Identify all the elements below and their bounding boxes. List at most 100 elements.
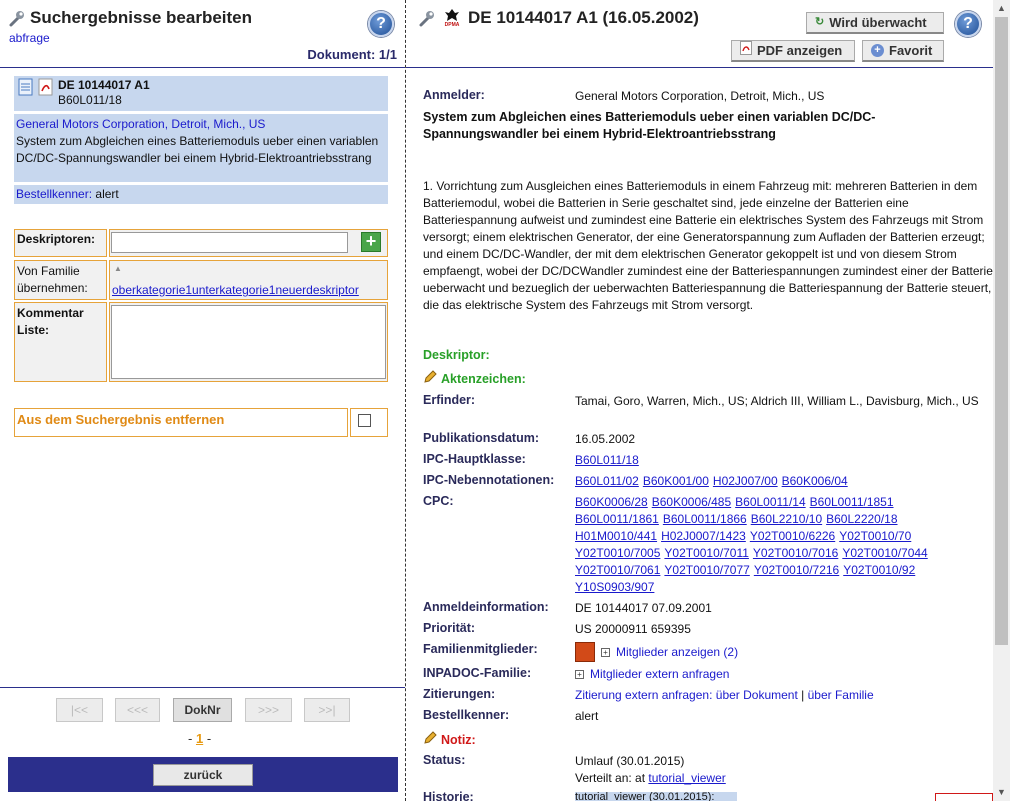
family-label-cell: Von Familie übernehmen: bbox=[14, 260, 107, 300]
cpc-link[interactable]: B60K0006/485 bbox=[652, 495, 731, 509]
cpc-link[interactable]: B60L0011/1866 bbox=[663, 512, 747, 526]
file-ref-row: Aktenzeichen: bbox=[423, 370, 993, 387]
pdf-icon[interactable] bbox=[38, 78, 54, 109]
order-value: alert bbox=[575, 709, 599, 723]
status-value: Umlauf (30.01.2015) bbox=[575, 754, 685, 768]
comment-textarea[interactable] bbox=[111, 305, 386, 379]
inventor-value: Tamai, Goro, Warren, Mich., US; Aldrich … bbox=[575, 394, 979, 408]
remove-checkbox[interactable] bbox=[358, 414, 371, 427]
inventor-row: Erfinder: Tamai, Goro, Warren, Mich., US… bbox=[423, 393, 993, 408]
cpc-link[interactable]: Y02T0010/7005 bbox=[575, 546, 660, 560]
doknr-button[interactable]: DokNr bbox=[173, 698, 232, 722]
cpc-link[interactable]: B60L0011/14 bbox=[735, 495, 806, 509]
query-name[interactable]: abfrage bbox=[9, 31, 50, 45]
first-page-button[interactable]: |<< bbox=[56, 698, 103, 722]
inpadoc-row: INPADOC-Familie: + Mitglieder extern anf… bbox=[423, 666, 993, 683]
family-map-icon[interactable] bbox=[575, 642, 595, 662]
divider bbox=[0, 67, 405, 68]
descriptor-label: Deskriptor: bbox=[423, 348, 490, 362]
scroll-down-icon[interactable]: ▼ bbox=[993, 784, 1010, 801]
cpc-link[interactable]: Y02T0010/7044 bbox=[842, 546, 927, 560]
cpc-link[interactable]: Y02T0010/7216 bbox=[754, 563, 839, 577]
cpc-link[interactable]: B60K0006/28 bbox=[575, 495, 648, 509]
cpc-link[interactable]: Y10S0903/907 bbox=[575, 580, 654, 594]
expand-icon[interactable]: + bbox=[575, 670, 584, 679]
document-icon[interactable] bbox=[18, 78, 34, 109]
back-button[interactable]: zurück bbox=[153, 764, 253, 786]
result-number: DE 10144017 A1 bbox=[58, 78, 150, 92]
add-descriptor-button[interactable]: + bbox=[361, 232, 381, 252]
family-members-link[interactable]: Mitglieder anzeigen (2) bbox=[616, 644, 738, 661]
distributed-link[interactable]: tutorial_viewer bbox=[648, 771, 725, 785]
family-row: Familienmitglieder: + Mitglieder anzeige… bbox=[423, 642, 993, 662]
citations-doc-link[interactable]: über Dokument bbox=[716, 688, 798, 702]
order-row: Bestellkenner: alert bbox=[423, 708, 993, 723]
descriptors-input-cell: + bbox=[109, 229, 388, 257]
page-link[interactable]: 1 bbox=[196, 731, 203, 746]
cpc-link[interactable]: Y02T0010/6226 bbox=[750, 529, 835, 543]
citations-family-link[interactable]: über Familie bbox=[808, 688, 874, 702]
cpc-link[interactable]: H02J0007/1423 bbox=[661, 529, 746, 543]
cpc-link[interactable]: Y02T0010/92 bbox=[843, 563, 915, 577]
document-counter: Dokument: 1/1 bbox=[307, 47, 397, 62]
family-descriptor-link[interactable]: oberkategorie1unterkategorie1neuerdeskri… bbox=[112, 283, 359, 297]
scroll-up-icon[interactable]: ▲ bbox=[993, 0, 1010, 17]
cpc-link[interactable]: Y02T0010/70 bbox=[839, 529, 911, 543]
wrench-icon[interactable] bbox=[418, 8, 436, 28]
collapse-arrow-icon[interactable]: ▲ bbox=[114, 264, 122, 273]
descriptors-label: Deskriptoren: bbox=[17, 232, 96, 246]
right-pane: DPMA DE 10144017 A1 (16.05.2002) ↻ Wird … bbox=[406, 0, 1028, 801]
cpc-link[interactable]: H01M0010/441 bbox=[575, 529, 657, 543]
note-label: Notiz: bbox=[441, 732, 476, 747]
status-row: Status: Umlauf (30.01.2015) Verteilt an:… bbox=[423, 753, 993, 785]
citations-label: Zitierungen: bbox=[423, 687, 496, 701]
scrollbar[interactable]: ▲ ▼ bbox=[993, 0, 1010, 801]
left-title: Suchergebnisse bearbeiten bbox=[8, 8, 252, 28]
cpc-link[interactable]: Y02T0010/7011 bbox=[664, 546, 749, 560]
applicant-value: General Motors Corporation, Detroit, Mic… bbox=[575, 89, 825, 103]
inpadoc-link[interactable]: Mitglieder extern anfragen bbox=[590, 666, 729, 683]
pencil-icon[interactable] bbox=[423, 370, 437, 387]
watch-icon: ↻ bbox=[815, 16, 825, 28]
citations-prefix: Zitierung extern anfragen: bbox=[575, 688, 713, 702]
last-page-button[interactable]: >>| bbox=[304, 698, 350, 722]
cpc-link[interactable]: B60L2220/18 bbox=[826, 512, 897, 526]
descriptors-input[interactable] bbox=[111, 232, 348, 253]
family-value-cell: ▲ oberkategorie1unterkategorie1neuerdesk… bbox=[109, 260, 388, 300]
cpc-link[interactable]: Y02T0010/7061 bbox=[575, 563, 660, 577]
favorite-button[interactable]: + Favorit bbox=[862, 40, 944, 62]
cpc-link[interactable]: B60L0011/1861 bbox=[575, 512, 659, 526]
ipc-side-link[interactable]: H02J007/00 bbox=[713, 474, 778, 488]
divider bbox=[406, 67, 996, 68]
history-box[interactable] bbox=[935, 793, 993, 801]
comment-label: Kommentar Liste: bbox=[17, 306, 84, 337]
scroll-thumb[interactable] bbox=[995, 17, 1008, 645]
order-label: Bestellkenner: bbox=[16, 187, 93, 201]
document-title-text: DE 10144017 A1 (16.05.2002) bbox=[468, 8, 699, 27]
pubdate-value: 16.05.2002 bbox=[575, 432, 636, 446]
help-icon[interactable]: ? bbox=[368, 11, 394, 37]
prev-page-button[interactable]: <<< bbox=[115, 698, 160, 722]
cpc-link[interactable]: Y02T0010/7016 bbox=[753, 546, 838, 560]
ipc-side-link[interactable]: B60K001/00 bbox=[643, 474, 709, 488]
order-value: alert bbox=[95, 187, 119, 201]
ipc-side-link[interactable]: B60K006/04 bbox=[782, 474, 848, 488]
cpc-values: B60K0006/28 B60K0006/485 B60L0011/14 B60L00… bbox=[575, 494, 955, 596]
result-body: General Motors Corporation, Detroit, Mic… bbox=[14, 114, 388, 182]
applicant-row: Anmelder: General Motors Corporation, De… bbox=[423, 88, 993, 103]
ipc-main-link[interactable]: B60L011/18 bbox=[575, 452, 639, 469]
ipc-side-link[interactable]: B60L011/02 bbox=[575, 474, 639, 488]
cpc-link[interactable]: Y02T0010/7077 bbox=[664, 563, 749, 577]
family-label: Von Familie übernehmen: bbox=[17, 264, 88, 295]
pencil-icon[interactable] bbox=[423, 731, 437, 748]
cpc-link[interactable]: B60L0011/1851 bbox=[810, 495, 894, 509]
help-icon[interactable]: ? bbox=[955, 11, 981, 37]
watched-button[interactable]: ↻ Wird überwacht bbox=[806, 12, 944, 34]
page-number: - 1 - bbox=[188, 731, 212, 746]
wrench-icon bbox=[8, 8, 26, 28]
cpc-link[interactable]: B60L2210/10 bbox=[751, 512, 822, 526]
expand-icon[interactable]: + bbox=[601, 647, 610, 657]
priority-value: US 20000911 659395 bbox=[575, 622, 691, 636]
next-page-button[interactable]: >>> bbox=[245, 698, 292, 722]
pdf-button[interactable]: PDF anzeigen bbox=[731, 40, 855, 62]
